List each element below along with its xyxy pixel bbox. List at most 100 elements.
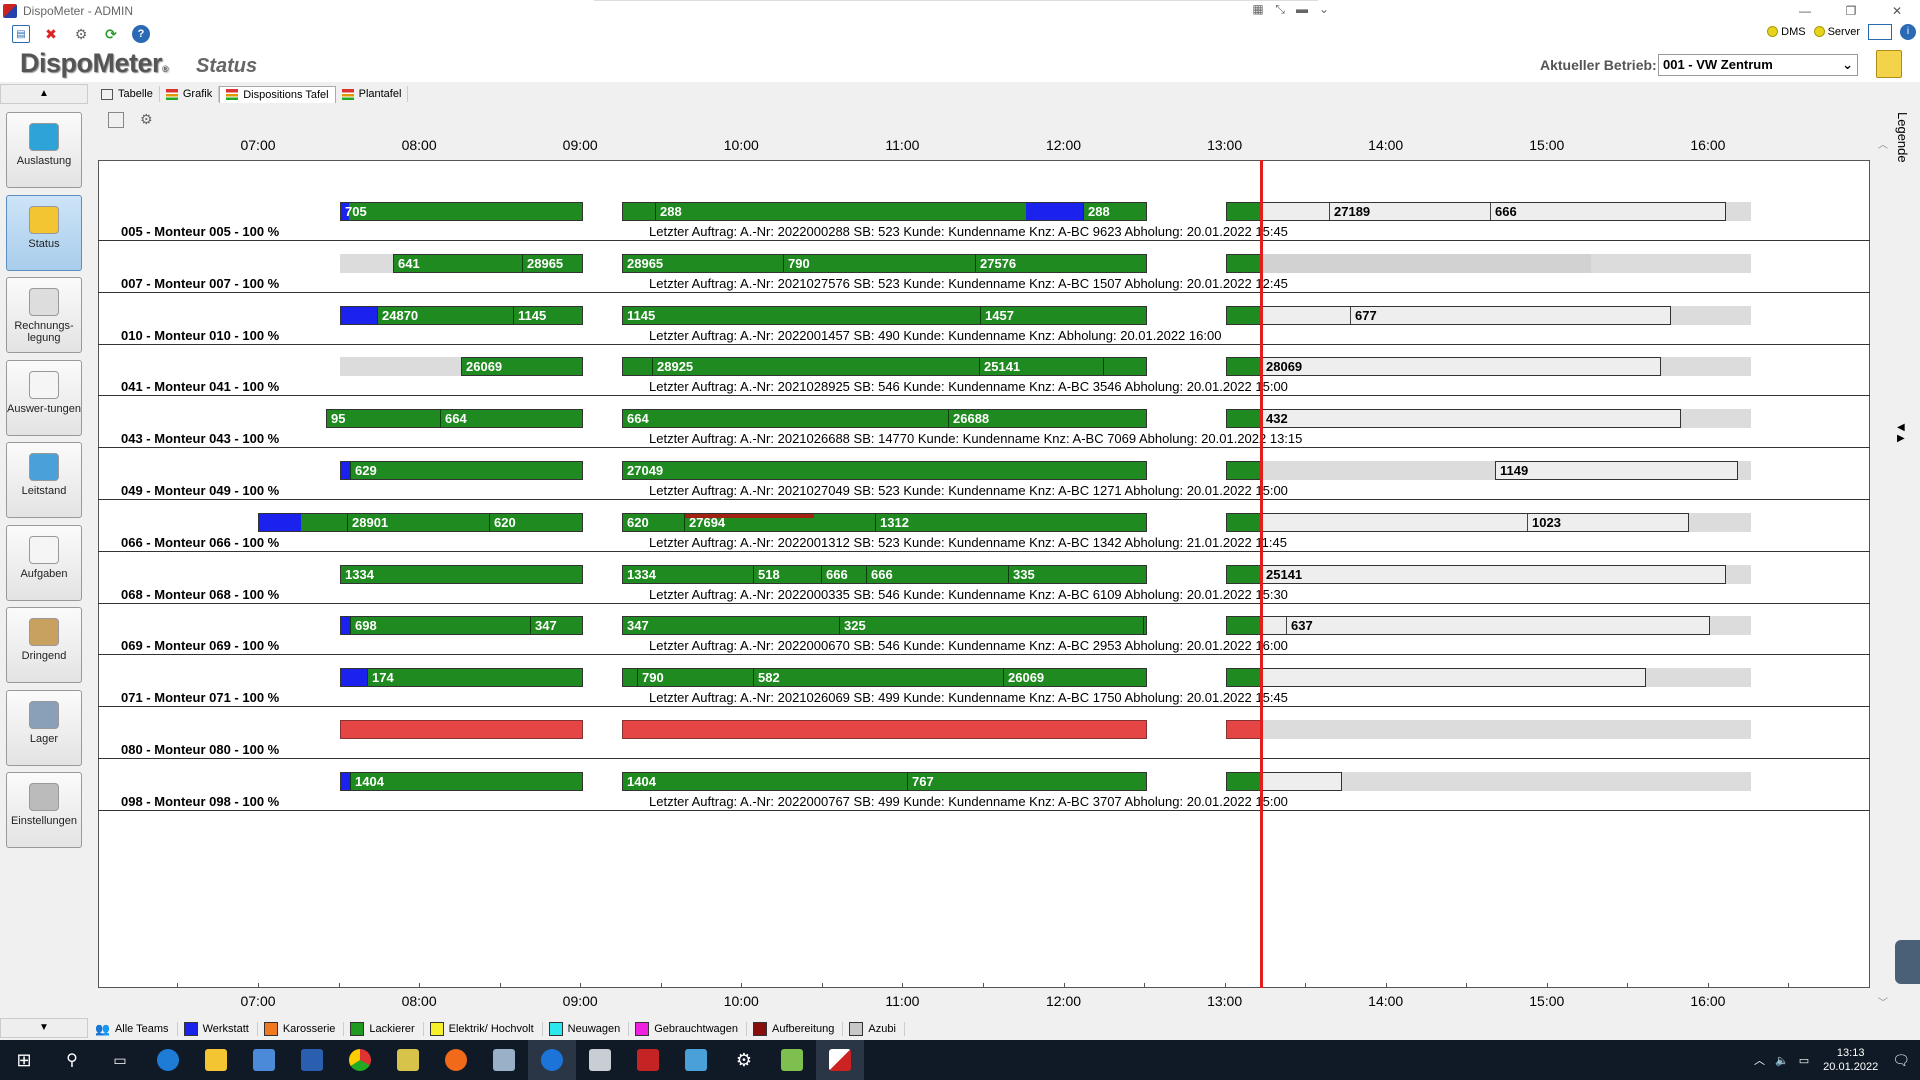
order-segment[interactable]: 664	[623, 410, 649, 427]
chevron-down-icon[interactable]: ⌄	[1316, 2, 1332, 17]
scroll-up-icon[interactable]: ︿	[1878, 136, 1888, 151]
schedule-bar[interactable]: 641 28965	[393, 253, 583, 273]
schedule-bar[interactable]: 790 582 26069	[622, 668, 1147, 688]
order-segment[interactable]: 174	[367, 669, 394, 687]
planned-bar[interactable]: 432	[1261, 409, 1681, 429]
order-segment[interactable]: 666	[821, 565, 848, 583]
order-segment[interactable]: 95	[327, 410, 345, 427]
order-segment[interactable]: 28901	[347, 513, 388, 531]
window-minimize-button[interactable]: —	[1782, 0, 1828, 22]
planned-bar[interactable]: 27189 666	[1261, 202, 1726, 221]
order-segment[interactable]: 664	[440, 410, 467, 428]
dispometer-app-icon[interactable]	[816, 1040, 864, 1080]
schedule-bar[interactable]: 27049	[622, 461, 1147, 480]
schedule-bar[interactable]: 347 325	[622, 616, 1148, 636]
legend-azubi[interactable]: Azubi	[849, 1022, 905, 1036]
fit-screen-icon[interactable]	[108, 112, 124, 128]
side-dock-button[interactable]	[1895, 940, 1920, 984]
order-segment[interactable]: 666	[866, 565, 893, 583]
order-segment[interactable]: 1145	[513, 306, 546, 324]
schedule-bar[interactable]: 1404 767	[622, 771, 1147, 791]
planned-bar[interactable]: 677	[1261, 305, 1671, 325]
order-segment[interactable]: 1023	[1527, 513, 1561, 531]
order-segment[interactable]: 28965	[522, 254, 563, 272]
sidebar-item-lager[interactable]: Lager	[6, 689, 82, 766]
files-icon[interactable]	[480, 1040, 528, 1080]
order-segment[interactable]: 1149	[1496, 462, 1528, 479]
legend-all-teams[interactable]: 👥 Alle Teams	[95, 1022, 178, 1036]
tray-chevron-icon[interactable]: ︿	[1754, 1052, 1765, 1068]
printer-icon[interactable]	[576, 1040, 624, 1080]
schedule-bar[interactable]: 664 26688	[622, 409, 1147, 429]
order-segment[interactable]: 335	[1008, 565, 1035, 583]
schedule-bar[interactable]: 1404	[340, 771, 583, 791]
tab-grafik[interactable]: Grafik	[160, 86, 220, 102]
order-segment[interactable]: 25141	[1262, 566, 1302, 583]
order-segment[interactable]: 26069	[1003, 669, 1044, 687]
schedule-bar[interactable]: 1145 1457	[622, 305, 1147, 325]
task-view-icon[interactable]: ▭	[96, 1040, 144, 1080]
betrieb-select[interactable]: 001 - VW Zentrum ⌄	[1658, 54, 1858, 76]
schedule-bar[interactable]: 174	[340, 668, 583, 688]
notepad-app-icon[interactable]	[768, 1040, 816, 1080]
order-segment[interactable]: 347	[623, 617, 649, 634]
tab-dispositions-tafel[interactable]: Dispositions Tafel	[219, 85, 336, 103]
order-segment[interactable]: 288	[1083, 203, 1110, 220]
settings-icon[interactable]: ⚙	[140, 112, 156, 128]
order-segment[interactable]: 677	[1350, 306, 1377, 324]
schedule-bar[interactable]	[1226, 409, 1261, 429]
order-segment[interactable]: 666	[1490, 203, 1517, 220]
order-segment[interactable]: 1334	[341, 566, 374, 583]
order-segment[interactable]: 637	[1286, 617, 1313, 635]
legend-aufbereitung[interactable]: Aufbereitung	[753, 1022, 844, 1036]
order-segment[interactable]: 1404	[350, 772, 384, 790]
order-segment[interactable]: 27576	[975, 254, 1016, 272]
order-segment[interactable]: 767	[907, 772, 934, 790]
order-segment[interactable]: 24870	[377, 306, 418, 324]
planned-bar[interactable]: 28069	[1261, 357, 1661, 377]
sidebar-item-dringend[interactable]: Dringend	[6, 607, 82, 683]
order-segment[interactable]: 629	[350, 462, 377, 479]
order-segment[interactable]: 25141	[979, 358, 1020, 376]
schedule-bar[interactable]: 629	[340, 461, 583, 480]
order-segment[interactable]: 1457	[980, 306, 1014, 324]
schedule-bar[interactable]	[622, 720, 1147, 739]
schedule-bar[interactable]	[1226, 461, 1261, 480]
teamviewer-icon[interactable]	[528, 1040, 576, 1080]
sidebar-scroll-down[interactable]: ▼	[0, 1018, 88, 1038]
schedule-bar[interactable]	[1226, 202, 1261, 221]
order-segment[interactable]: 705	[341, 203, 367, 220]
tools-icon[interactable]	[384, 1040, 432, 1080]
settings-icon[interactable]: ⚙	[72, 25, 90, 43]
schedule-bar[interactable]: 1334	[340, 564, 583, 584]
schedule-bar[interactable]: 26069	[461, 357, 583, 377]
order-segment[interactable]: 698	[350, 617, 377, 635]
schedule-bar[interactable]: 620 27694 1312	[622, 512, 1147, 532]
sidebar-item-aufgaben[interactable]: Aufgaben	[6, 524, 82, 601]
sidebar-item-status[interactable]: Status	[6, 194, 82, 271]
app-file-icon[interactable]	[240, 1040, 288, 1080]
order-segment[interactable]: 27049	[623, 462, 663, 479]
search-icon[interactable]: ⚲	[48, 1040, 96, 1080]
schedule-bar[interactable]	[1226, 357, 1261, 377]
order-segment[interactable]: 790	[783, 254, 810, 272]
collapse-arrow-icon[interactable]: ◀ ▶	[1897, 422, 1905, 444]
firefox-icon[interactable]	[432, 1040, 480, 1080]
order-segment[interactable]	[1103, 358, 1108, 376]
sidebar-item-leitstand[interactable]: Leitstand	[6, 442, 82, 518]
panel-icon[interactable]: ▤	[12, 25, 30, 43]
order-segment[interactable]: 27694	[684, 513, 725, 531]
window-close-button[interactable]: ✕	[1874, 0, 1920, 22]
order-segment[interactable]	[1143, 617, 1148, 635]
order-segment[interactable]: 1145	[623, 307, 655, 324]
window-restore-button[interactable]: ❐	[1828, 0, 1874, 22]
schedule-bar[interactable]: 698 347	[340, 616, 583, 636]
legend-werkstatt[interactable]: Werkstatt	[183, 1022, 258, 1036]
planned-bar[interactable]: 1149	[1495, 461, 1738, 480]
layout-controls[interactable]: ▦ ⤡ ▬ ⌄	[1250, 2, 1332, 17]
order-segment[interactable]: 582	[753, 669, 780, 687]
grid-icon[interactable]: ▦	[1250, 2, 1266, 17]
schedule-bar[interactable]: 1334 518 666 666 335	[622, 564, 1147, 584]
schedule-bar[interactable]: 705	[340, 202, 583, 221]
chrome-icon[interactable]	[336, 1040, 384, 1080]
